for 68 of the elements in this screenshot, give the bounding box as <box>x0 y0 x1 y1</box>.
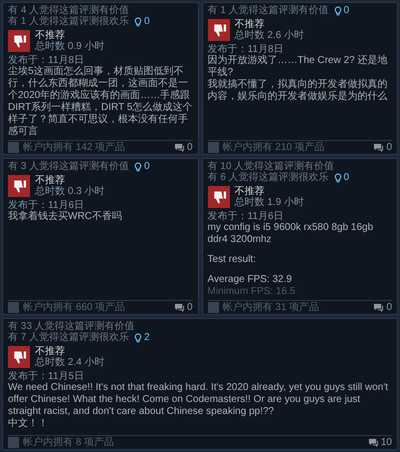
products-owned: 帐户内拥有 31 项产品 <box>222 302 320 313</box>
comment-icon <box>373 142 384 152</box>
review-text: Minimum FPS: 16.5 <box>208 286 296 298</box>
award-count: 0 <box>344 172 350 183</box>
hours-played: 总时数 0.3 小时 <box>35 186 104 197</box>
verdict-label: 不推荐 <box>234 186 266 197</box>
avatar <box>208 302 218 313</box>
products-owned: 帐户内拥有 142 项产品 <box>23 142 126 153</box>
hours-played: 总时数 2.6 小时 <box>234 30 304 41</box>
post-date: 发布于：11月8日 <box>8 55 85 66</box>
comment-icon <box>373 302 384 312</box>
review-text: 我拿着钱去买WRC不香吗 <box>8 211 123 223</box>
avatar <box>8 437 19 448</box>
review-text: Average FPS: 32.9 <box>208 273 293 286</box>
verdict-label: 不推荐 <box>234 19 266 30</box>
thumbs-down-icon <box>8 175 30 197</box>
award-icon <box>334 6 342 16</box>
products-owned: 帐户内拥有 8 项产品 <box>23 437 116 448</box>
award-icon <box>134 162 142 172</box>
thumbs-down-icon <box>8 346 30 368</box>
helpful-text: 有 1 人觉得这篇评测很欢乐 <box>8 16 130 27</box>
avatar <box>8 142 19 153</box>
post-date: 发布于：11月6日 <box>208 211 284 222</box>
post-date: 发布于：11月5日 <box>8 371 85 382</box>
award-count: 0 <box>144 161 150 172</box>
products-owned: 帐户内拥有 210 项产品 <box>222 142 326 153</box>
award-count: 0 <box>144 16 150 27</box>
helpful-text: 有 1 人觉得这篇评测有价值 <box>208 5 329 16</box>
award-icon <box>134 16 142 26</box>
comment-count: 0 <box>186 302 192 313</box>
helpful-text: 有 6 人觉得这篇评测很欢乐 <box>208 172 329 183</box>
comment-count: 0 <box>386 142 392 153</box>
products-owned: 帐户内拥有 660 项产品 <box>23 302 126 313</box>
post-date: 发布于：11月8日 <box>208 44 284 55</box>
verdict-label: 不推荐 <box>35 175 66 186</box>
hours-played: 总时数 0.9 小时 <box>35 41 104 52</box>
award-icon <box>334 172 342 182</box>
avatar <box>8 302 19 313</box>
comment-icon <box>174 142 185 152</box>
review-text: my config is i5 9600k rx580 8gb 16gb ddr4 3200mhz <box>208 222 374 246</box>
helpful-text: 有 3 人觉得这篇评测有价值 <box>8 161 130 172</box>
helpful-text: 有 7 人觉得这篇评测很欢乐 <box>8 332 130 343</box>
comment-count: 0 <box>386 302 392 313</box>
verdict-label: 不推荐 <box>35 346 66 357</box>
thumbs-down-icon <box>8 30 30 52</box>
comment-count: 0 <box>186 142 192 153</box>
thumbs-down-icon <box>208 186 230 208</box>
review-text: 中文！！ <box>8 418 49 430</box>
award-count: 2 <box>144 332 150 343</box>
hours-played: 总时数 2.4 小时 <box>35 357 104 368</box>
hours-played: 总时数 1.9 小时 <box>234 197 304 208</box>
award-icon <box>134 332 142 342</box>
comment-icon <box>368 438 379 448</box>
review-text: 我就搞不懂了，拟真向的开发者做拟真的内容，娱乐向的开发者做娱乐是为的什么 <box>208 79 388 103</box>
thumbs-down-icon <box>208 19 230 41</box>
avatar <box>208 142 218 153</box>
helpful-text: 有 10 人觉得这篇评测有价值 <box>208 161 334 172</box>
review-text: 尘埃5这画面怎么回事，材质贴图低到不行，什么东西都糊成一团，这画面不是一个2020年的游戏应该有的画面……手感跟DIRT系列一样糟糕，DIRT 5怎么做成这个样子了？简直不可思议，根本没有任何手感可言 <box>8 66 192 138</box>
helpful-text: 有 33 人觉得这篇评测有价值 <box>8 321 135 332</box>
award-count: 0 <box>344 5 350 16</box>
comment-count: 10 <box>380 437 392 448</box>
helpful-text: 有 4 人觉得这篇评测有价值 <box>8 5 130 16</box>
review-text: 因为开放游戏了……The Crew 2? 还是地平线? <box>208 55 389 78</box>
verdict-label: 不推荐 <box>35 30 66 41</box>
comment-icon <box>174 302 185 312</box>
review-text: We need Chinese!! It's not that freaking hard. It's 2020 already, yet you guys still won't offer Chinese! What the heck! Come on Codemasters!! Or are you guys are just straight racist, and don't care about Chinese speaking pp!?? <box>8 382 390 418</box>
post-date: 发布于：11月6日 <box>8 200 85 211</box>
review-text: Test result: <box>208 253 257 266</box>
